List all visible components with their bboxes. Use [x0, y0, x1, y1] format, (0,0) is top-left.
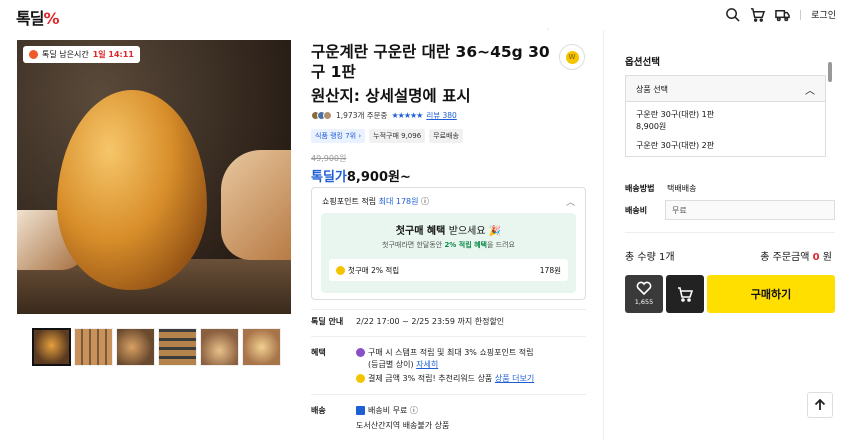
option-title: 옵션선택 — [625, 57, 660, 68]
product-title: 구운계란 구운란 대란 36~45g 30구 1판 — [311, 43, 550, 81]
scroll-top-button[interactable] — [807, 392, 833, 418]
coin-icon: W — [565, 50, 579, 64]
option-select-head[interactable]: 상품 선택 ︿ — [626, 76, 825, 102]
buyer-avatars — [311, 111, 332, 120]
first-purchase-panel: 첫구매 혜택 받으세요 🎉 첫구매라면 한달동안 2% 적립 혜택을 드려요 첫… — [321, 213, 576, 293]
stamp-icon — [356, 348, 365, 357]
product-image: 톡딜 남은시간 1일 14:11 — [17, 40, 291, 314]
option-select[interactable]: 상품 선택 ︿ 구운란 30구(대란) 1판 8,900원 구운란 30구(대란… — [625, 75, 826, 157]
detail-link[interactable]: 자세히 — [416, 360, 438, 369]
divider — [311, 309, 586, 310]
coin-icon — [356, 374, 365, 383]
option-item[interactable]: 구운란 30구(대란) 2판 — [626, 133, 825, 152]
like-button[interactable]: 1,655 — [625, 275, 663, 313]
option-scrollbar[interactable] — [828, 60, 832, 155]
points-head: 쇼핑포인트 적립 최대 178원 ⓘ — [322, 197, 430, 206]
total-quantity: 총 수량 1개 — [625, 252, 675, 263]
header: 톡딜% 로그인 — [0, 0, 850, 30]
arrow-up-icon — [814, 399, 826, 410]
logo[interactable]: 톡딜% — [16, 5, 59, 29]
product-origin: 원산지: 상세설명에 표시 — [311, 87, 471, 105]
add-to-cart-button[interactable] — [666, 275, 704, 313]
thumbnail[interactable] — [200, 328, 239, 366]
eggshell-right — [221, 150, 291, 260]
shipping-fee-field: 무료 — [665, 200, 835, 220]
thumbnail-strip — [32, 328, 281, 366]
coin-icon — [336, 266, 345, 275]
coin-button[interactable]: W — [559, 44, 585, 70]
clock-icon — [29, 50, 38, 59]
avatar — [323, 111, 332, 120]
delivery-truck-icon[interactable] — [775, 7, 790, 22]
shipping-tag: 무료배송 — [429, 129, 463, 143]
heart-icon — [636, 281, 652, 296]
thumbnail[interactable] — [32, 328, 71, 366]
option-item[interactable]: 구운란 30구(대란) 1판 8,900원 — [626, 102, 825, 133]
review-link[interactable]: 리뷰 380 — [426, 110, 457, 121]
tag-row: 식품 랭킹 7위 › 누적구매 9,096 무료배송 — [311, 129, 463, 143]
thumbnail[interactable] — [158, 328, 197, 366]
search-icon[interactable] — [725, 7, 740, 22]
thumbnail[interactable] — [116, 328, 155, 366]
deal-price: 톡딜가8,900원~ — [311, 170, 411, 185]
like-count: 1,655 — [634, 298, 654, 306]
timer-value: 1일 14:11 — [92, 50, 134, 59]
divider — [625, 232, 835, 233]
buy-button[interactable]: 구매하기 — [707, 275, 835, 313]
coin-badge: · — [547, 25, 550, 34]
ranking-tag[interactable]: 식품 랭킹 7위 › — [311, 129, 366, 143]
order-panel: 옵션선택 상품 선택 ︿ 구운란 30구(대란) 1판 8,900원 구운란 3… — [603, 30, 850, 440]
divider — [311, 336, 586, 337]
rating-stars: ★★★★★ — [391, 111, 423, 120]
original-price: 49,900원 — [311, 154, 347, 163]
divider — [800, 9, 802, 20]
total-price: 총 주문금액 0 원 — [760, 252, 832, 263]
shipping-method: 배송방법 택배배송 — [625, 184, 697, 193]
cart-icon[interactable] — [750, 7, 766, 22]
purchase-tag: 누적구매 9,096 — [369, 129, 426, 143]
thumbnail[interactable] — [242, 328, 281, 366]
product-meta: 1,973개 주문중 ★★★★★ 리뷰 380 — [311, 110, 457, 121]
thumbnail[interactable] — [74, 328, 113, 366]
chevron-up-icon: ︿ — [805, 86, 815, 97]
cart-icon — [678, 287, 693, 302]
chevron-up-icon[interactable]: ︿ — [566, 195, 575, 208]
points-row: 첫구매 2% 적립 178원 — [329, 259, 568, 281]
points-box: 쇼핑포인트 적립 최대 178원 ⓘ ︿ 첫구매 혜택 받으세요 🎉 첫구매라면… — [311, 187, 586, 300]
delivery-truck-icon — [356, 406, 365, 415]
shipping-fee-label: 배송비 — [625, 206, 648, 215]
deal-timer: 톡딜 남은시간 1일 14:11 — [23, 46, 140, 63]
egg — [57, 90, 207, 290]
more-products-link[interactable]: 상품 더보기 — [495, 374, 534, 383]
login-link[interactable]: 로그인 — [811, 8, 836, 21]
divider — [311, 394, 586, 395]
order-count: 1,973개 주문중 — [336, 111, 388, 120]
